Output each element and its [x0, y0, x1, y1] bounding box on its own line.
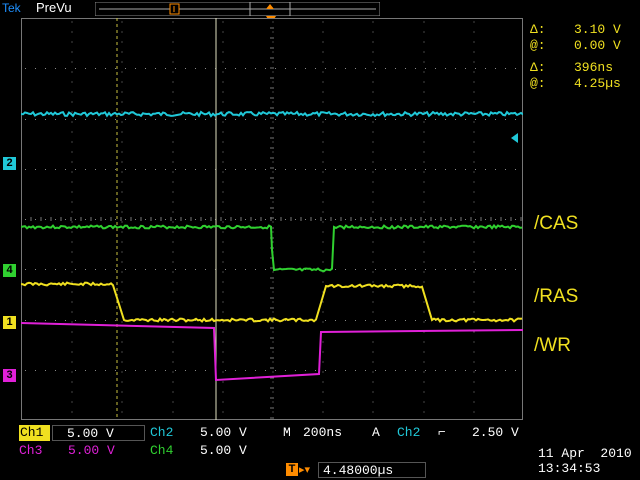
- ch3-scale[interactable]: 5.00 V: [68, 443, 115, 459]
- ch3-label[interactable]: Ch3: [19, 443, 42, 459]
- ch4-ground-marker[interactable]: 4: [3, 264, 16, 277]
- trigger-slope-icon[interactable]: ⌐: [438, 425, 446, 441]
- at-v-symbol: @:: [530, 38, 546, 53]
- delta-v-symbol: Δ:: [530, 22, 546, 37]
- ch1-scale[interactable]: 5.00 V: [52, 425, 145, 441]
- trigger-position-icon[interactable]: T: [286, 463, 298, 476]
- brand-logo: Tek: [2, 1, 21, 15]
- trigger-level[interactable]: 2.50 V: [472, 425, 519, 441]
- at-t-symbol: @:: [530, 76, 546, 91]
- at-t-value: 4.25µs: [574, 76, 621, 91]
- ch2-scale[interactable]: 5.00 V: [200, 425, 247, 441]
- date-display: 11 Apr 2010: [538, 446, 632, 461]
- record-position-bar[interactable]: [95, 2, 380, 16]
- ch2-ground-marker[interactable]: 2: [3, 157, 16, 170]
- timebase-value[interactable]: 200ns: [303, 425, 342, 441]
- acquisition-mode: PreVu: [36, 0, 72, 15]
- ch3-ground-marker[interactable]: 3: [3, 369, 16, 382]
- signal-label-cas: /CAS: [534, 213, 579, 234]
- ch1-ground-marker[interactable]: 1: [3, 316, 16, 329]
- ch4-scale[interactable]: 5.00 V: [200, 443, 247, 459]
- trigger-source[interactable]: Ch2: [397, 425, 420, 441]
- trigger-position-arrow-icon: ▸▾: [299, 463, 311, 476]
- ch4-label[interactable]: Ch4: [150, 443, 173, 459]
- delta-t-symbol: Δ:: [530, 60, 546, 75]
- trigger-position-value[interactable]: 4.48000µs: [318, 462, 426, 478]
- waveform-display[interactable]: [21, 18, 523, 420]
- ch2-label[interactable]: Ch2: [150, 425, 173, 441]
- at-v-value: 0.00 V: [574, 38, 621, 53]
- signal-label-wr: /WR: [534, 335, 571, 356]
- delta-v-value: 3.10 V: [574, 22, 621, 37]
- ch1-label[interactable]: Ch1: [19, 425, 50, 441]
- trigger-a-label: A: [372, 425, 380, 440]
- timebase-m-label: M: [283, 425, 291, 440]
- trigger-level-marker[interactable]: [511, 133, 518, 143]
- signal-label-ras: /RAS: [534, 286, 579, 307]
- time-display: 13:34:53: [538, 461, 601, 476]
- delta-t-value: 396ns: [574, 60, 614, 75]
